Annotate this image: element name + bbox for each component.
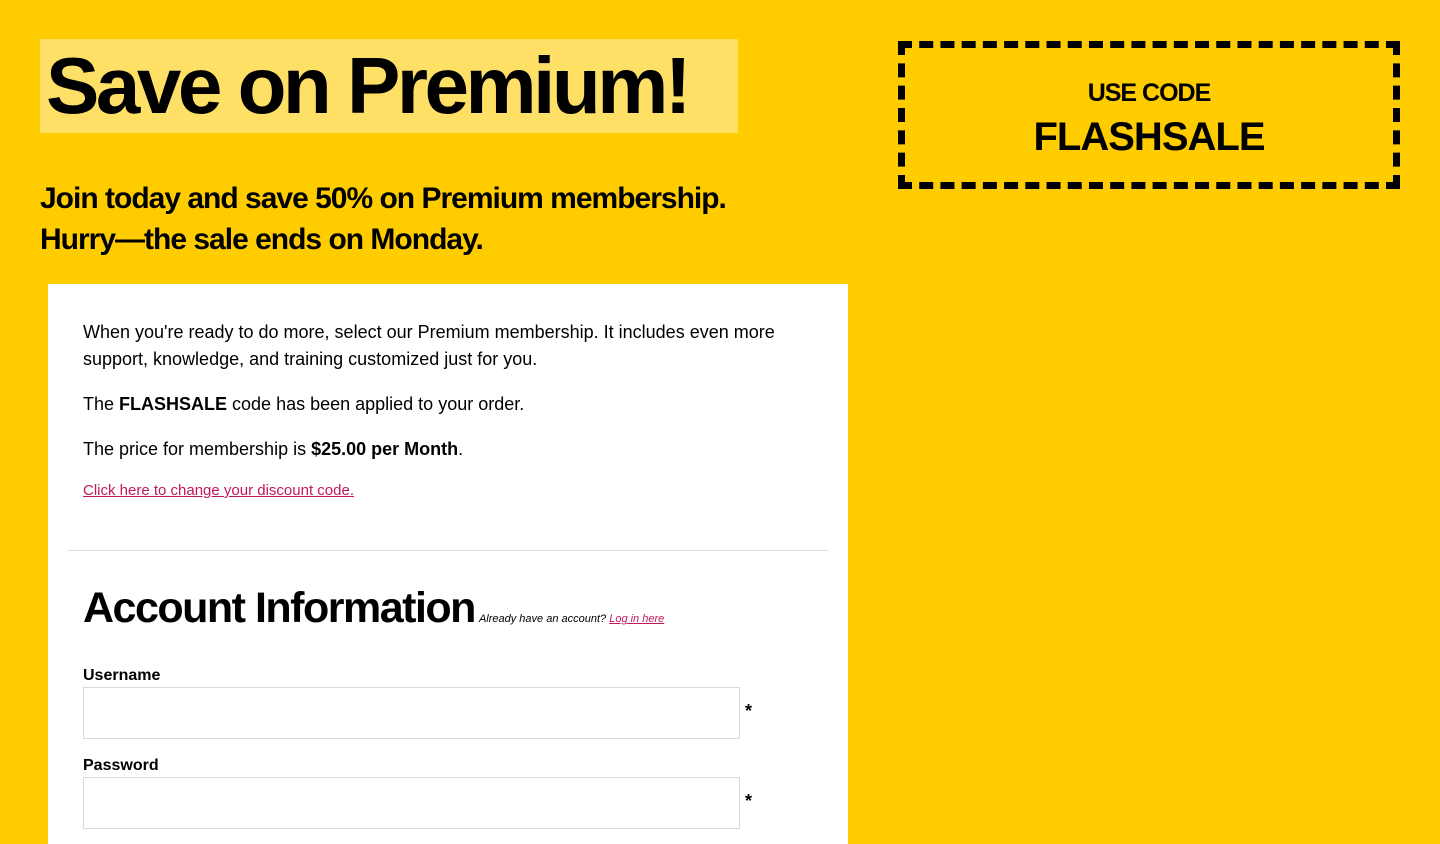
account-hint-text: Already have an account? (478, 613, 607, 625)
password-label: Password (83, 757, 159, 774)
username-input[interactable] (83, 687, 740, 739)
hero-subtitle-line1: Join today and save 50% on Premium membe… (40, 182, 727, 215)
discount-prefix: The (83, 394, 120, 414)
change-discount-link[interactable]: Click here to change your discount code. (83, 482, 354, 499)
price-prefix: The price for membership is (83, 439, 312, 459)
checkout-card: When you're ready to do more, select our… (48, 284, 848, 844)
price-text: The price for membership is $25.00 per M… (83, 436, 813, 463)
hero-title: Save on Premium! (40, 39, 738, 133)
account-hint: Already have an account? Log in here (479, 613, 664, 625)
hero-subtitle-line2: Hurry—the sale ends on Monday. (40, 223, 484, 256)
discount-suffix: code has been applied to your order. (227, 394, 525, 414)
password-input[interactable] (83, 777, 740, 829)
coupon-box: USE CODE FLASHSALE (898, 41, 1400, 189)
price-suffix: . (458, 439, 464, 459)
account-title: Account Information (83, 584, 476, 632)
account-information-heading: Account Information Already have an accou… (83, 584, 664, 633)
discount-applied-text: The FLASHSALE code has been applied to y… (83, 391, 813, 418)
hero-subtitle: Join today and save 50% on Premium membe… (40, 178, 840, 260)
discount-code-name: FLASHSALE (119, 394, 228, 414)
username-label: Username (83, 667, 161, 684)
username-required-mark: * (745, 701, 753, 721)
login-link[interactable]: Log in here (609, 613, 664, 625)
membership-intro: When you're ready to do more, select our… (83, 322, 775, 369)
coupon-label: USE CODE (1087, 79, 1212, 107)
price-value: $25.00 per Month (311, 439, 459, 459)
divider (68, 550, 828, 551)
password-required-mark: * (745, 791, 753, 811)
coupon-code: FLASHSALE (1033, 115, 1266, 159)
